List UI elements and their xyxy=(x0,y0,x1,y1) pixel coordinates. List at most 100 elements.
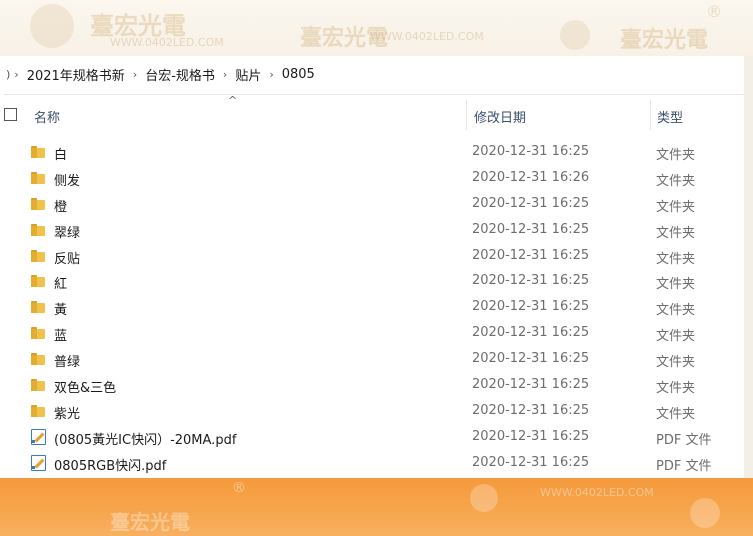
file-date: 2020-12-31 16:26 xyxy=(472,169,590,185)
file-type: 文件夹 xyxy=(656,303,696,319)
select-all-checkbox[interactable] xyxy=(4,108,17,121)
file-date: 2020-12-31 16:25 xyxy=(472,325,590,341)
file-type: 文件夹 xyxy=(656,173,696,189)
file-date: 2020-12-31 16:25 xyxy=(472,299,590,315)
folder-icon xyxy=(31,249,47,263)
file-date: 2020-12-31 16:25 xyxy=(472,195,590,211)
chevron-right-icon: › xyxy=(269,67,274,81)
breadcrumb-item-year[interactable]: 2021年规格书新 xyxy=(21,65,131,84)
file-date: 2020-12-31 16:25 xyxy=(472,144,590,159)
watermark-band: 臺宏光電 WWW.0402LED.COM 臺宏光電 WWW.0402LED.CO… xyxy=(0,0,753,56)
watermark-url: WWW.0402LED.COM xyxy=(370,30,484,43)
file-row[interactable]: 蓝 2020-12-31 16:25 文件夹 xyxy=(4,321,744,347)
file-type: 文件夹 xyxy=(656,225,696,241)
file-row[interactable]: 普绿 2020-12-31 16:25 文件夹 xyxy=(4,347,744,373)
folder-icon xyxy=(31,223,47,237)
file-type: 文件夹 xyxy=(656,355,696,371)
orange-footer-band: 臺宏光電 WWW.0402LED.COM ® xyxy=(0,478,753,536)
file-type: 文件夹 xyxy=(656,251,696,267)
breadcrumb-item-current[interactable]: 0805 xyxy=(276,67,321,82)
file-name: 双色&三色 xyxy=(54,381,117,397)
watermark-brand-text: 臺宏光電 xyxy=(620,27,709,53)
file-name: 侧发 xyxy=(54,173,81,189)
file-name: 橙 xyxy=(54,199,68,215)
file-type: 文件夹 xyxy=(656,381,696,397)
folder-icon xyxy=(31,404,47,418)
breadcrumb: ) › 2021年规格书新 › 台宏-规格书 › 贴片 › 0805 xyxy=(4,60,744,88)
folder-icon xyxy=(31,352,47,366)
file-date: 2020-12-31 16:25 xyxy=(472,454,590,470)
watermark-logo xyxy=(560,20,590,50)
file-row[interactable]: 侧发 2020-12-31 16:26 文件夹 xyxy=(4,166,744,192)
file-row[interactable]: 紅 2020-12-31 16:25 文件夹 xyxy=(4,269,744,295)
watermark-logo xyxy=(690,498,720,528)
folder-icon xyxy=(31,326,47,340)
file-type: PDF 文件 xyxy=(656,432,712,448)
column-divider[interactable] xyxy=(466,100,467,130)
file-name: 反贴 xyxy=(54,251,81,267)
breadcrumb-item-spec[interactable]: 台宏-规格书 xyxy=(139,65,221,84)
pdf-icon xyxy=(31,428,47,445)
file-name: 普绿 xyxy=(54,355,81,371)
file-name: 翠绿 xyxy=(54,225,81,241)
file-name: 0805RGB快闪.pdf xyxy=(54,458,167,474)
file-date: 2020-12-31 16:25 xyxy=(472,377,590,393)
file-type: 文件夹 xyxy=(656,406,696,422)
file-name: 黃 xyxy=(54,303,68,319)
file-name: 紫光 xyxy=(54,406,81,422)
file-type: 文件夹 xyxy=(656,277,696,293)
folder-icon xyxy=(31,378,47,392)
file-date: 2020-12-31 16:25 xyxy=(472,273,590,289)
file-row[interactable]: 白 2020-12-31 16:25 文件夹 xyxy=(4,140,744,166)
column-header-type[interactable]: 类型 xyxy=(657,107,683,126)
file-date: 2020-12-31 16:25 xyxy=(472,402,590,418)
file-row[interactable]: 橙 2020-12-31 16:25 文件夹 xyxy=(4,192,744,218)
file-row[interactable]: (0805黃光IC快闪）-20MA.pdf 2020-12-31 16:25 P… xyxy=(4,425,744,451)
column-header-date[interactable]: 修改日期 xyxy=(474,107,526,126)
watermark-url: WWW.0402LED.COM xyxy=(110,36,224,49)
watermark-brand-text: 臺宏光電 xyxy=(110,510,190,534)
file-row[interactable]: 反贴 2020-12-31 16:25 文件夹 xyxy=(4,244,744,270)
file-type: 文件夹 xyxy=(656,329,696,345)
watermark-logo xyxy=(30,4,74,48)
file-row[interactable]: 0805RGB快闪.pdf 2020-12-31 16:25 PDF 文件 xyxy=(4,451,744,477)
breadcrumb-item-smd[interactable]: 贴片 xyxy=(229,65,267,84)
file-date: 2020-12-31 16:25 xyxy=(472,351,590,367)
registered-mark: ® xyxy=(706,2,722,21)
folder-icon xyxy=(31,197,47,211)
file-name: 紅 xyxy=(54,277,68,293)
file-name: (0805黃光IC快闪）-20MA.pdf xyxy=(54,432,237,448)
folder-icon xyxy=(31,274,47,288)
file-row[interactable]: 黃 2020-12-31 16:25 文件夹 xyxy=(4,295,744,321)
column-header-row: ^ 名称 修改日期 类型 xyxy=(4,94,744,130)
watermark-url: WWW.0402LED.COM xyxy=(540,486,654,499)
file-date: 2020-12-31 16:25 xyxy=(472,428,590,444)
address-divider xyxy=(4,94,744,95)
file-type: PDF 文件 xyxy=(656,458,712,474)
file-name: 白 xyxy=(54,148,68,163)
column-divider[interactable] xyxy=(650,100,651,130)
file-explorer-window: ) › 2021年规格书新 › 台宏-规格书 › 贴片 › 0805 ^ 名称 … xyxy=(4,56,744,478)
column-header-name[interactable]: 名称 xyxy=(34,107,60,126)
folder-icon xyxy=(31,145,47,159)
chevron-right-icon: › xyxy=(14,67,19,81)
file-name: 蓝 xyxy=(54,329,68,345)
file-row[interactable]: 双色&三色 2020-12-31 16:25 文件夹 xyxy=(4,373,744,399)
folder-icon xyxy=(31,300,47,314)
file-date: 2020-12-31 16:25 xyxy=(472,221,590,237)
breadcrumb-overflow-caret[interactable]: ) xyxy=(4,68,12,81)
chevron-right-icon: › xyxy=(132,67,138,81)
chevron-right-icon: › xyxy=(222,67,228,81)
file-type: 文件夹 xyxy=(656,148,696,163)
window-edge xyxy=(744,56,753,478)
file-date: 2020-12-31 16:25 xyxy=(472,247,590,263)
file-type: 文件夹 xyxy=(656,199,696,215)
file-row[interactable]: 紫光 2020-12-31 16:25 文件夹 xyxy=(4,399,744,425)
folder-icon xyxy=(31,171,47,185)
watermark-logo xyxy=(470,484,498,512)
registered-mark: ® xyxy=(232,480,246,496)
sort-ascending-icon: ^ xyxy=(228,94,238,107)
pdf-icon xyxy=(31,454,47,471)
file-row[interactable]: 翠绿 2020-12-31 16:25 文件夹 xyxy=(4,218,744,244)
file-list: 白 2020-12-31 16:25 文件夹 侧发 2020-12-31 16:… xyxy=(4,140,744,477)
